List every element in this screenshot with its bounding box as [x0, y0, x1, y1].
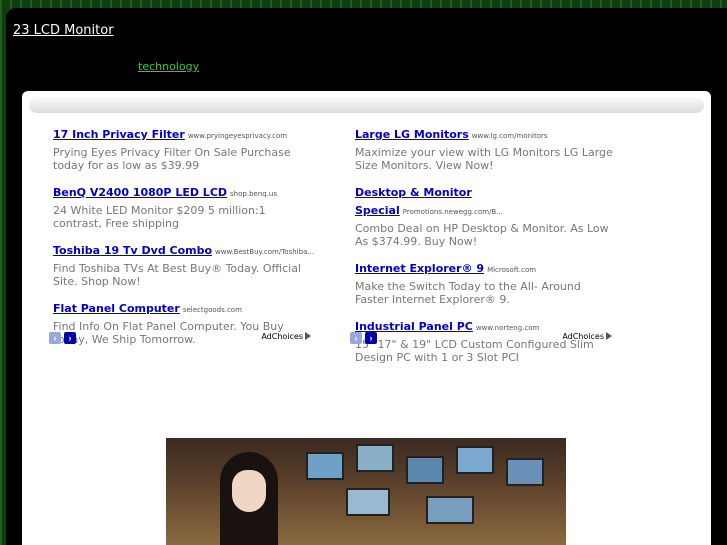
ad-title-link[interactable]: Internet Explorer® 9: [355, 262, 484, 275]
ad-description: Prying Eyes Privacy Filter On Sale Purch…: [53, 146, 291, 172]
ad-item: Desktop & Monitor Special Promotions.newe…: [355, 183, 620, 248]
content-panel: 17 Inch Privacy Filter www.pryingeyespriv…: [22, 91, 711, 545]
ad-item: Toshiba 19 Tv Dvd Combo www.BestBuy.com/T…: [53, 241, 318, 288]
ad-url[interactable]: www.norteng.com: [476, 324, 539, 332]
ad-title-link[interactable]: 17 Inch Privacy Filter: [53, 128, 185, 141]
photo-monitor: [306, 452, 344, 480]
adchoices-link[interactable]: AdChoices: [261, 332, 311, 341]
ad-item: Internet Explorer® 9 Microsoft.com Make t…: [355, 259, 620, 306]
ad-url[interactable]: www.BestBuy.com/Toshiba...: [215, 248, 314, 256]
site-title-link[interactable]: 23 LCD Monitor: [13, 23, 114, 38]
adchoices-link[interactable]: AdChoices: [562, 332, 612, 341]
ad-description: Find Toshiba TVs At Best Buy® Today. Off…: [53, 262, 302, 288]
photo-monitor: [426, 496, 474, 524]
ad-item: Large LG Monitors www.lg.com/monitors Max…: [355, 125, 620, 172]
ad-nav-right: ‹ › AdChoices: [350, 332, 612, 344]
ad-url[interactable]: www.lg.com/monitors: [472, 132, 548, 140]
ad-description: 24 White LED Monitor $209 5 million:1 co…: [53, 204, 266, 230]
photo-monitor: [346, 488, 390, 516]
ad-url[interactable]: www.pryingeyesprivacy.com: [188, 132, 287, 140]
ad-url[interactable]: shop.benq.us: [230, 190, 277, 198]
adchoices-label: AdChoices: [562, 332, 604, 341]
adchoices-label: AdChoices: [261, 332, 303, 341]
adchoices-icon: [305, 332, 311, 340]
photo-person: [212, 452, 288, 545]
prev-arrow-icon[interactable]: ‹: [49, 332, 61, 344]
adchoices-icon: [606, 332, 612, 340]
ad-url[interactable]: Promotions.newegg.com/B...: [403, 208, 503, 216]
prev-arrow-icon[interactable]: ‹: [350, 332, 362, 344]
ad-title-link[interactable]: BenQ V2400 1080P LED LCD: [53, 186, 227, 199]
photo-monitor: [406, 456, 444, 484]
ad-nav-left: ‹ › AdChoices: [49, 332, 311, 344]
ad-description: Make the Switch Today to the All- Around…: [355, 280, 581, 306]
ad-title-link[interactable]: Large LG Monitors: [355, 128, 469, 141]
ad-url[interactable]: Microsoft.com: [487, 266, 536, 274]
next-arrow-icon[interactable]: ›: [365, 332, 377, 344]
ad-url[interactable]: selectgoods.com: [183, 306, 242, 314]
ad-description: Combo Deal on HP Desktop & Monitor. As L…: [355, 222, 609, 248]
ad-description: Maximize your view with LG Monitors LG L…: [355, 146, 613, 172]
photo-monitor: [456, 446, 494, 474]
ad-title-link[interactable]: Toshiba 19 Tv Dvd Combo: [53, 244, 212, 257]
photo-monitor: [356, 444, 394, 472]
monitor-store-photo: [166, 438, 566, 545]
ad-item: 17 Inch Privacy Filter www.pryingeyespriv…: [53, 125, 318, 172]
ad-title-link[interactable]: Flat Panel Computer: [53, 302, 180, 315]
ad-item: BenQ V2400 1080P LED LCD shop.benq.us 24 …: [53, 183, 318, 230]
next-arrow-icon[interactable]: ›: [64, 332, 76, 344]
category-link-technology[interactable]: technology: [138, 60, 199, 73]
photo-monitor: [506, 458, 544, 486]
ad-block-left: 17 Inch Privacy Filter www.pryingeyespriv…: [53, 125, 318, 357]
ad-header-bar: [29, 97, 704, 113]
